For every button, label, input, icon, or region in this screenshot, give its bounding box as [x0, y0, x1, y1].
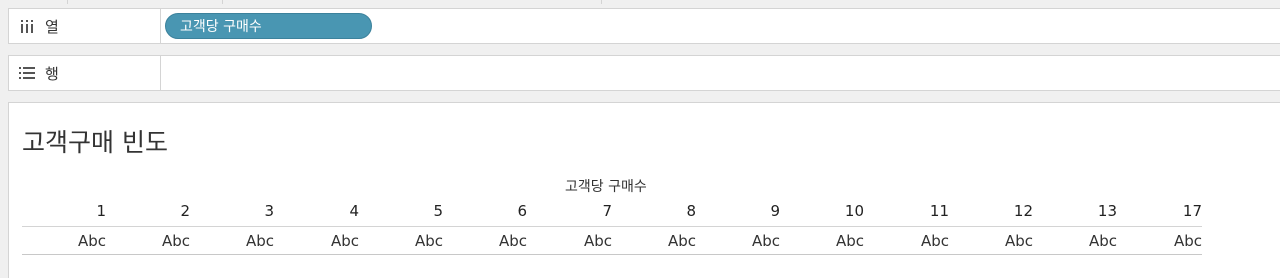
table-cell[interactable]: Abc	[865, 232, 949, 250]
rows-icon	[18, 64, 36, 82]
column-header[interactable]: 1	[22, 202, 106, 220]
column-header[interactable]: 13	[1033, 202, 1117, 220]
column-header[interactable]: 5	[359, 202, 443, 220]
column-header[interactable]: 4	[275, 202, 359, 220]
columns-shelf-label: 열	[9, 9, 161, 43]
rows-shelf[interactable]: 행	[8, 55, 1280, 91]
column-header[interactable]: 17	[1118, 202, 1202, 220]
table-cell[interactable]: Abc	[612, 232, 696, 250]
column-header-row: 1 2 3 4 5 6 7 8 9 10 11 12 13 17	[22, 202, 1202, 224]
divider	[22, 226, 1202, 227]
table-cell[interactable]: Abc	[22, 232, 106, 250]
column-header[interactable]: 2	[106, 202, 190, 220]
column-header[interactable]: 7	[528, 202, 612, 220]
table-cell[interactable]: Abc	[106, 232, 190, 250]
divider	[222, 0, 223, 4]
table-row: Abc Abc Abc Abc Abc Abc Abc Abc Abc Abc …	[22, 230, 1202, 254]
field-pill-purchases-per-customer[interactable]: 고객당 구매수	[165, 13, 372, 39]
column-header[interactable]: 6	[443, 202, 527, 220]
table-cell[interactable]: Abc	[275, 232, 359, 250]
table-cell[interactable]: Abc	[190, 232, 274, 250]
column-header[interactable]: 8	[612, 202, 696, 220]
table-cell[interactable]: Abc	[696, 232, 780, 250]
rows-label: 행	[45, 64, 59, 83]
column-header[interactable]: 9	[696, 202, 780, 220]
divider	[22, 254, 1202, 255]
column-header[interactable]: 3	[190, 202, 274, 220]
columns-label: 열	[45, 17, 59, 36]
table-cell[interactable]: Abc	[1118, 232, 1202, 250]
column-header[interactable]: 12	[949, 202, 1033, 220]
sheet-title: 고객구매 빈도	[22, 128, 168, 157]
worksheet-view[interactable]: 고객구매 빈도 고객당 구매수 1 2 3 4 5 6 7 8 9 10 11 …	[8, 102, 1280, 278]
table-cell[interactable]: Abc	[1033, 232, 1117, 250]
table-cell[interactable]: Abc	[780, 232, 864, 250]
column-header[interactable]: 11	[865, 202, 949, 220]
columns-icon	[18, 17, 36, 35]
columns-shelf[interactable]: 열 고객당 구매수	[8, 8, 1280, 44]
top-strip	[0, 0, 1280, 5]
rows-shelf-label: 행	[9, 56, 161, 90]
divider	[601, 0, 602, 4]
divider	[67, 0, 68, 4]
column-field-header[interactable]: 고객당 구매수	[565, 176, 647, 196]
table-cell[interactable]: Abc	[949, 232, 1033, 250]
column-header[interactable]: 10	[780, 202, 864, 220]
table-cell[interactable]: Abc	[359, 232, 443, 250]
table-cell[interactable]: Abc	[528, 232, 612, 250]
table-cell[interactable]: Abc	[443, 232, 527, 250]
